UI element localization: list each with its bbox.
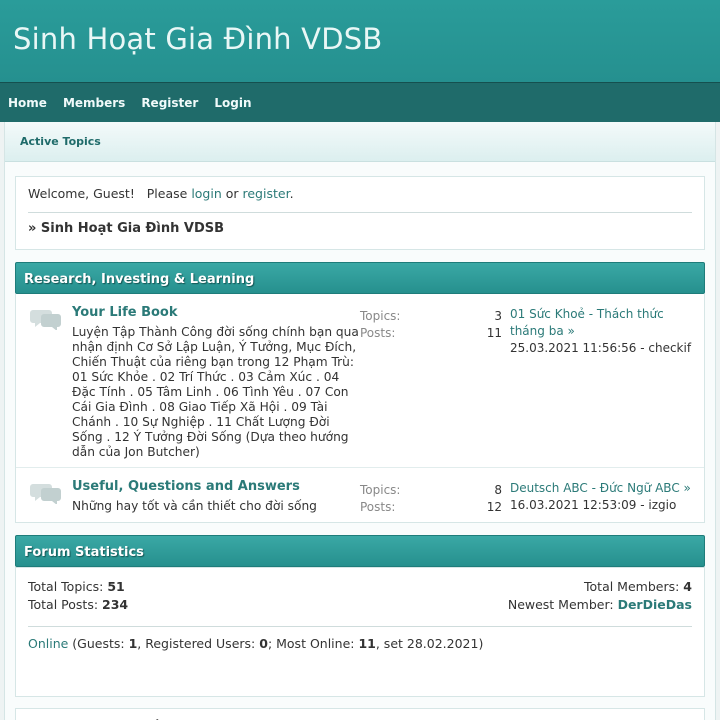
total-posts-value: 234 <box>102 597 129 612</box>
statistics-header: Forum Statistics <box>15 535 705 567</box>
forum-stats: Topics: 8 Posts: 12 <box>360 468 510 522</box>
online-stats: Online (Guests: 1, Registered Users: 0; … <box>28 626 692 651</box>
total-members-label: Total Members: <box>584 579 684 594</box>
newest-member: Newest Member: DerDieDas <box>508 596 692 614</box>
total-posts-label: Total Posts: <box>28 597 103 612</box>
site-header: Sinh Hoạt Gia Đình VDSB <box>0 0 720 82</box>
login-link[interactable]: login <box>191 186 221 201</box>
last-post: 01 Sức Khoẻ - Thách thức tháng ba » 25.0… <box>510 294 704 467</box>
page-content: Active Topics Welcome, Guest! Please log… <box>4 122 716 720</box>
welcome-suffix: . <box>289 186 294 201</box>
online-link[interactable]: Online <box>28 636 68 651</box>
tab-bar: Active Topics <box>5 122 715 162</box>
topics-label: Topics: <box>360 309 401 323</box>
stats-row: Total Posts: 234 Newest Member: DerDieDa… <box>28 596 692 614</box>
total-topics-value: 51 <box>107 579 125 594</box>
total-topics: Total Topics: 51 <box>28 578 125 596</box>
main-nav: Home Members Register Login <box>0 82 720 122</box>
topics-count: 3 <box>494 309 502 323</box>
forum-description: Những hay tốt và cần thiết cho đời sống <box>72 499 317 513</box>
breadcrumb[interactable]: » Sinh Hoạt Gia Đình VDSB <box>28 213 692 236</box>
last-post-meta: 16.03.2021 12:53:09 - izgio <box>510 498 677 512</box>
forum-list: Your Life Book Luyện Tập Thành Công đời … <box>15 294 705 523</box>
welcome-prefix: Welcome, Guest! Please <box>28 186 192 201</box>
guests-value: 1 <box>128 636 138 651</box>
last-post-meta: 25.03.2021 11:56:56 - checkif <box>510 341 692 355</box>
nav-members[interactable]: Members <box>55 83 133 123</box>
registered-label: , Registered Users: <box>137 636 260 651</box>
speech-bubbles-icon <box>16 294 72 467</box>
forum-row: Your Life Book Luyện Tập Thành Công đời … <box>16 294 704 468</box>
site-title[interactable]: Sinh Hoạt Gia Đình VDSB <box>13 22 720 56</box>
last-post: Deutsch ABC - Đức Ngữ ABC » 16.03.2021 1… <box>510 468 704 522</box>
statistics-box: Total Topics: 51 Total Members: 4 Total … <box>15 567 705 697</box>
registered-value: 0 <box>259 636 268 651</box>
topics-label: Topics: <box>360 483 401 497</box>
total-topics-label: Total Topics: <box>28 579 108 594</box>
footer-breadcrumb[interactable]: » Sinh Hoạt Gia Đình VDSB <box>15 708 705 720</box>
nav-home[interactable]: Home <box>0 83 55 123</box>
forum-info: Your Life Book Luyện Tập Thành Công đời … <box>72 294 360 467</box>
forum-title[interactable]: Useful, Questions and Answers <box>72 479 360 494</box>
nav-login[interactable]: Login <box>206 83 259 123</box>
most-online-value: 11 <box>358 636 376 651</box>
total-members: Total Members: 4 <box>584 578 692 596</box>
welcome-or: or <box>221 186 243 201</box>
total-posts: Total Posts: 234 <box>28 596 128 614</box>
tab-active-topics[interactable]: Active Topics <box>20 135 101 148</box>
last-topic-link[interactable]: Deutsch ABC - Đức Ngữ ABC » <box>510 480 696 497</box>
topics-count: 8 <box>494 483 502 497</box>
register-link[interactable]: register <box>243 186 290 201</box>
total-members-value: 4 <box>683 579 692 594</box>
posts-count: 11 <box>486 326 502 340</box>
guests-label: (Guests: <box>68 636 129 651</box>
forum-row: Useful, Questions and Answers Những hay … <box>16 468 704 522</box>
most-online-label: ; Most Online: <box>267 636 359 651</box>
stats-row: Total Topics: 51 Total Members: 4 <box>28 578 692 596</box>
last-topic-link[interactable]: 01 Sức Khoẻ - Thách thức tháng ba » <box>510 306 696 340</box>
nav-register[interactable]: Register <box>133 83 206 123</box>
posts-count: 12 <box>486 500 502 514</box>
forum-title[interactable]: Your Life Book <box>72 305 360 320</box>
speech-bubbles-icon <box>16 468 72 522</box>
forum-info: Useful, Questions and Answers Những hay … <box>72 468 360 522</box>
most-online-date: , set 28.02.2021) <box>375 636 484 651</box>
newest-member-label: Newest Member: <box>507 597 618 612</box>
welcome-box: Welcome, Guest! Please login or register… <box>15 176 705 250</box>
welcome-message: Welcome, Guest! Please login or register… <box>28 186 692 213</box>
posts-label: Posts: <box>360 326 396 340</box>
forum-description: Luyện Tập Thành Công đời sống chính bạn … <box>72 325 359 459</box>
category-header[interactable]: Research, Investing & Learning <box>15 262 705 294</box>
posts-label: Posts: <box>360 500 396 514</box>
forum-stats: Topics: 3 Posts: 11 <box>360 294 510 467</box>
newest-member-link[interactable]: DerDieDas <box>618 597 692 612</box>
